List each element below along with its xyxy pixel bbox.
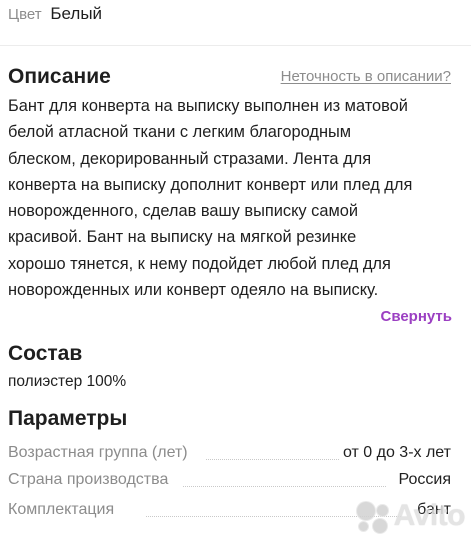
composition-title: Состав (8, 342, 83, 365)
param-row-country: Страна производства Россия (8, 469, 451, 491)
dotted-leader (146, 516, 401, 517)
param-label: Комплектация (8, 501, 115, 518)
param-value: Россия (394, 469, 451, 491)
description-line: новорожденных или конверт одеяло на выпи… (8, 281, 379, 300)
param-row-age-group: Возрастная группа (лет) от 0 до 3-х лет (8, 442, 451, 464)
param-row-kit: Комплектация бант (8, 499, 451, 521)
color-label: Цвет (8, 6, 42, 23)
collapse-button[interactable]: Свернуть (380, 307, 452, 327)
description-title: Описание (8, 65, 111, 88)
description-line: красивой. Бант на выписку на мягкой рези… (8, 228, 357, 247)
param-value: бант (413, 499, 451, 521)
param-label: Страна производства (8, 471, 169, 488)
param-value: от 0 до 3-х лет (338, 442, 451, 464)
divider (0, 45, 471, 46)
description-line: блеском, декорированный стразами. Лента … (8, 149, 372, 168)
composition-value: полиэстер 100% (8, 373, 127, 390)
description-line: хорошо тянется, к нему подойдет любой пл… (8, 254, 391, 273)
description-line: конверта на выписку дополнит конверт или… (8, 175, 413, 194)
param-label: Возрастная группа (лет) (8, 444, 188, 461)
dotted-leader (206, 459, 341, 460)
dotted-leader (183, 486, 386, 487)
report-inaccuracy-link[interactable]: Неточность в описании? (281, 67, 451, 87)
description-line: белой атласной ткани с легким благородны… (8, 123, 352, 142)
description-line: новорожденного, сделав вашу выписку само… (8, 202, 359, 221)
description-text: Бант для конверта на выписку выполнен из… (8, 93, 463, 303)
color-value: Белый (50, 4, 103, 23)
description-line: Бант для конверта на выписку выполнен из… (8, 97, 408, 115)
parameters-title: Параметры (8, 407, 128, 430)
color-row: Цвет Белый (8, 3, 102, 26)
